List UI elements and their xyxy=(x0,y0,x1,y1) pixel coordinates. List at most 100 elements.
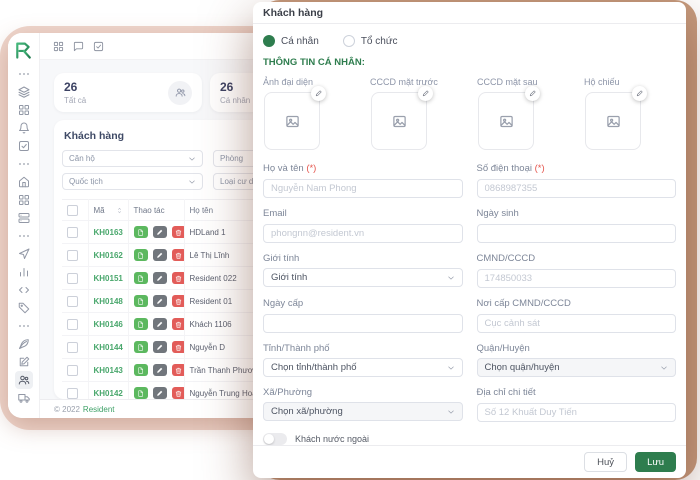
field-xa-phuong: Xã/Phường Chọn xã/phường xyxy=(263,387,463,422)
chat-icon[interactable] xyxy=(73,41,84,52)
layers-icon[interactable] xyxy=(18,86,30,98)
so-dien-thoai-input[interactable] xyxy=(477,179,677,198)
upload-dropzone[interactable] xyxy=(585,92,641,150)
copyright-text: © 2022 xyxy=(54,405,80,414)
edit-photo-button[interactable] xyxy=(418,86,433,101)
delete-row-button[interactable] xyxy=(172,295,184,307)
select-all-checkbox[interactable] xyxy=(67,205,78,216)
edit-row-button[interactable] xyxy=(153,249,167,261)
grid-icon[interactable] xyxy=(18,104,30,116)
view-file-button[interactable] xyxy=(134,249,148,261)
view-file-button[interactable] xyxy=(134,226,148,238)
customer-code: KH0143 xyxy=(88,359,128,382)
foreigner-toggle[interactable] xyxy=(263,433,287,445)
stat-total-label: Tất cả xyxy=(64,96,86,105)
grid-icon[interactable] xyxy=(53,41,64,52)
view-file-button[interactable] xyxy=(134,341,148,353)
upload-dropzone[interactable] xyxy=(264,92,320,150)
xa-phuong-select[interactable]: Chọn xã/phường xyxy=(263,402,463,421)
task-icon[interactable] xyxy=(18,140,30,152)
tinh-thanh-pho-select[interactable]: Chọn tỉnh/thành phố xyxy=(263,358,463,377)
edit-row-button[interactable] xyxy=(153,295,167,307)
filter-quoc-tich-select[interactable]: Quốc tịch xyxy=(62,173,203,190)
view-file-button[interactable] xyxy=(134,387,148,399)
row-checkbox[interactable] xyxy=(67,365,78,376)
edit-photo-button[interactable] xyxy=(525,86,540,101)
radio-ca-nhan[interactable]: Cá nhân xyxy=(263,35,319,47)
radio-selected-icon xyxy=(263,35,275,47)
edit-row-button[interactable] xyxy=(153,387,167,399)
delete-row-button[interactable] xyxy=(172,272,184,284)
modal-body: Cá nhân Tổ chức THÔNG TIN CÁ NHÂN: Ảnh đ… xyxy=(253,24,686,445)
task-icon[interactable] xyxy=(93,41,104,52)
field-email: Email xyxy=(263,208,463,243)
row-checkbox[interactable] xyxy=(67,296,78,307)
delete-row-button[interactable] xyxy=(172,318,184,330)
ngay-cap-input[interactable] xyxy=(263,314,463,333)
dots-icon[interactable] xyxy=(18,68,30,80)
edit-row-button[interactable] xyxy=(153,364,167,376)
edit-photo-button[interactable] xyxy=(632,86,647,101)
edit-row-button[interactable] xyxy=(153,226,167,238)
edit-row-button[interactable] xyxy=(153,272,167,284)
row-checkbox[interactable] xyxy=(67,342,78,353)
ngay-sinh-input[interactable] xyxy=(477,224,677,243)
code-icon[interactable] xyxy=(18,284,30,296)
row-checkbox[interactable] xyxy=(67,273,78,284)
pencil-line-icon xyxy=(529,90,536,97)
view-file-button[interactable] xyxy=(134,318,148,330)
delete-row-button[interactable] xyxy=(172,249,184,261)
delete-row-button[interactable] xyxy=(172,226,184,238)
row-checkbox[interactable] xyxy=(67,319,78,330)
pen-icon[interactable] xyxy=(18,338,30,350)
cancel-button[interactable]: Huỷ xyxy=(584,452,627,472)
dots-icon[interactable] xyxy=(18,158,30,170)
view-file-button[interactable] xyxy=(134,364,148,376)
radio-to-chuc[interactable]: Tổ chức xyxy=(343,35,398,47)
truck-icon[interactable] xyxy=(18,392,30,404)
nav-icon[interactable] xyxy=(18,248,30,260)
row-checkbox[interactable] xyxy=(67,227,78,238)
edit-photo-button[interactable] xyxy=(311,86,326,101)
field-quan-huyen: Quận/Huyện Chọn quận/huyện xyxy=(477,343,677,377)
delete-row-button[interactable] xyxy=(172,341,184,353)
upload-field: CCCD mặt sau xyxy=(477,77,584,150)
email-input[interactable] xyxy=(263,224,463,243)
customer-code: KH0144 xyxy=(88,336,128,359)
view-file-button[interactable] xyxy=(134,272,148,284)
edit-icon[interactable] xyxy=(18,356,30,368)
grid-icon[interactable] xyxy=(18,194,30,206)
ho-va-ten-input[interactable] xyxy=(263,179,463,198)
delete-row-button[interactable] xyxy=(172,364,184,376)
upload-dropzone[interactable] xyxy=(371,92,427,150)
noi-cap-input[interactable] xyxy=(477,314,677,333)
gioi-tinh-select[interactable]: Giới tính xyxy=(263,268,463,287)
dia-chi-input[interactable] xyxy=(477,403,677,422)
brand-link[interactable]: Resident xyxy=(83,405,115,414)
row-checkbox[interactable] xyxy=(67,250,78,261)
column-header-code[interactable]: Mã xyxy=(94,206,105,215)
dots-icon[interactable] xyxy=(18,320,30,332)
cmnd-input[interactable] xyxy=(477,269,677,288)
tag-icon[interactable] xyxy=(18,302,30,314)
quan-huyen-select[interactable]: Chọn quận/huyện xyxy=(477,358,677,377)
upload-dropzone[interactable] xyxy=(478,92,534,150)
bell-icon[interactable] xyxy=(18,122,30,134)
save-button[interactable]: Lưu xyxy=(635,452,676,472)
field-dia-chi: Địa chỉ chi tiết xyxy=(477,387,677,422)
view-file-button[interactable] xyxy=(134,295,148,307)
edit-row-button[interactable] xyxy=(153,341,167,353)
row-checkbox[interactable] xyxy=(67,388,78,399)
sort-icon[interactable] xyxy=(116,207,123,214)
stat-users-badge xyxy=(168,81,192,105)
delete-row-button[interactable] xyxy=(172,387,184,399)
customer-code: KH0162 xyxy=(88,244,128,267)
users-icon[interactable] xyxy=(15,371,33,389)
filter-can-ho-select[interactable]: Căn hộ xyxy=(62,150,203,167)
home-icon[interactable] xyxy=(18,176,30,188)
app-logo[interactable] xyxy=(14,40,33,59)
server-icon[interactable] xyxy=(18,212,30,224)
dots-icon[interactable] xyxy=(18,230,30,242)
edit-row-button[interactable] xyxy=(153,318,167,330)
chart-icon[interactable] xyxy=(18,266,30,278)
